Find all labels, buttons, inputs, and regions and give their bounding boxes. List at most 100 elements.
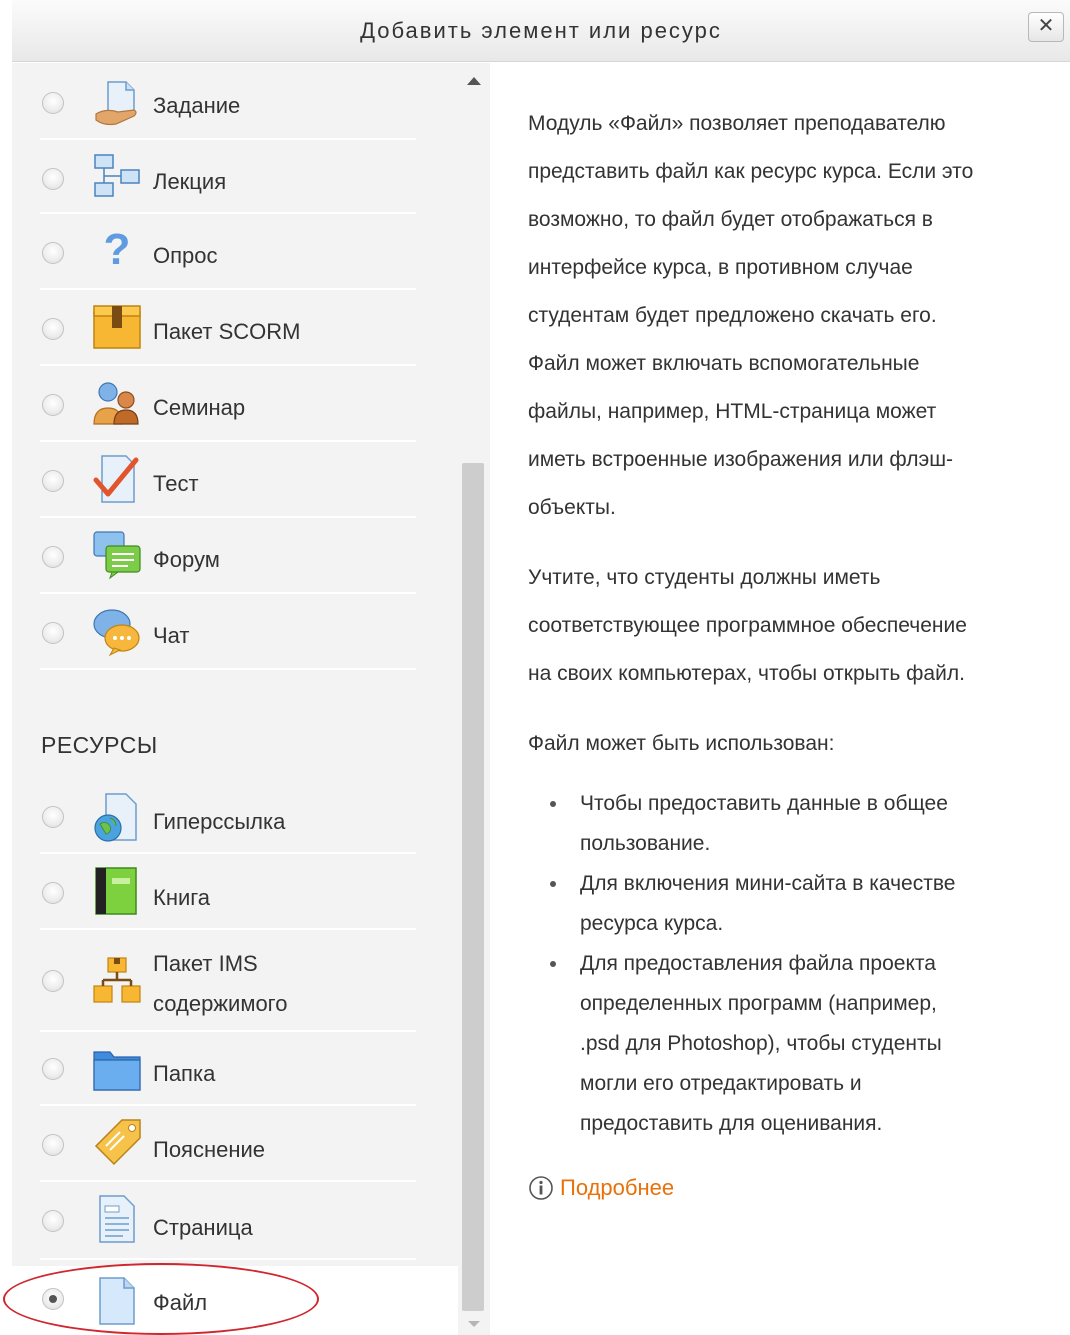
help-line: студентам будет предложено скачать его. <box>528 304 937 327</box>
list-item-line: .psd для Photoshop), чтобы студенты <box>580 1032 942 1055</box>
workshop-icon <box>93 382 139 425</box>
list-item-line: Для предоставления файла проекта <box>580 952 936 975</box>
option-label: Опрос <box>153 243 218 268</box>
option-label: Страница <box>153 1215 253 1240</box>
radio-button[interactable] <box>42 470 64 492</box>
radio-button[interactable] <box>42 882 64 904</box>
usage-list: Чтобы предоставить данные в общее пользо… <box>528 784 1058 1144</box>
more-help: Подробнее <box>528 1172 674 1204</box>
resources-heading: РЕСУРСЫ <box>41 732 158 758</box>
option-page[interactable]: Страница <box>40 1182 416 1260</box>
list-item-line: могли его отредактировать и <box>580 1072 862 1095</box>
option-book[interactable]: Книга <box>40 854 416 930</box>
radio-button[interactable] <box>42 622 64 644</box>
radio-button[interactable] <box>42 168 64 190</box>
radio-button[interactable] <box>42 806 64 828</box>
option-label: Тест <box>153 471 199 496</box>
option-label: Файл <box>153 1290 208 1315</box>
help-line: Модуль «Файл» позволяет преподавателю <box>528 112 946 135</box>
option-folder[interactable]: Папка <box>40 1032 416 1106</box>
option-chat[interactable]: Чат <box>40 594 416 670</box>
book-icon <box>95 867 137 915</box>
option-ims-package[interactable]: Пакет IMS содержимого <box>40 930 416 1032</box>
option-label: Пакет SCORM <box>153 319 301 344</box>
radio-button[interactable] <box>42 546 64 568</box>
help-line: на своих компьютерах, чтобы открыть файл… <box>528 662 965 685</box>
chat-icon <box>93 609 140 656</box>
list-item-line: Для включения мини-сайта в качестве <box>580 872 956 895</box>
folder-icon <box>93 1051 141 1091</box>
svg-text:?: ? <box>104 226 131 274</box>
help-line: возможно, то файл будет отображаться в <box>528 208 933 231</box>
radio-button-selected[interactable] <box>42 1288 64 1310</box>
add-activity-dialog: Добавить элемент или ресурс ✕ Задание Ле… <box>0 0 1070 1335</box>
assignment-icon <box>95 81 137 126</box>
option-label: Пакет IMS <box>153 951 258 976</box>
dialog-title: Добавить элемент или ресурс <box>360 18 722 43</box>
help-line: файлы, например, HTML-страница может <box>528 400 937 423</box>
lesson-icon <box>94 154 140 197</box>
dialog-titlebar: Добавить элемент или ресурс ✕ <box>12 0 1070 62</box>
option-label: Задание <box>153 93 241 118</box>
close-button[interactable]: ✕ <box>1028 12 1064 42</box>
option-label: Папка <box>153 1061 216 1086</box>
option-label-line2: содержимого <box>153 991 288 1016</box>
option-lesson[interactable]: Лекция <box>40 140 416 214</box>
radio-button[interactable] <box>42 970 64 992</box>
help-note: Учтите, что студенты должны иметь соотве… <box>528 554 1058 698</box>
help-line: интерфейсе курса, в противном случае <box>528 256 913 279</box>
quiz-icon <box>93 455 139 503</box>
option-url[interactable]: Гиперссылка <box>40 778 416 854</box>
help-line: Учтите, что студенты должны иметь <box>528 566 881 589</box>
radio-button[interactable] <box>42 1210 64 1232</box>
help-description: Модуль «Файл» позволяет преподавателю пр… <box>528 100 1058 532</box>
url-icon <box>94 793 137 842</box>
option-label-resource[interactable]: Пояснение <box>40 1106 416 1182</box>
radio-button[interactable] <box>42 394 64 416</box>
option-quiz[interactable]: Тест <box>40 442 416 518</box>
option-label: Лекция <box>153 169 227 194</box>
option-scorm[interactable]: Пакет SCORM <box>40 290 416 366</box>
option-assignment[interactable]: Задание <box>40 70 416 140</box>
list-item-line: предоставить для оценивания. <box>580 1112 883 1135</box>
scroll-down-icon[interactable] <box>468 1321 480 1327</box>
question-icon: ? <box>104 226 131 274</box>
page-icon <box>99 1195 135 1243</box>
option-label: Гиперссылка <box>153 809 286 834</box>
list-item-line: пользование. <box>580 832 711 855</box>
radio-button[interactable] <box>42 1058 64 1080</box>
scroll-up-icon[interactable] <box>467 77 481 85</box>
close-icon: ✕ <box>1037 15 1055 37</box>
list-item-line: Чтобы предоставить данные в общее <box>580 792 948 815</box>
list-item-line: определенных программ (например, <box>580 992 937 1015</box>
label-tag-icon <box>94 1119 141 1166</box>
radio-button[interactable] <box>42 1134 64 1156</box>
option-workshop[interactable]: Семинар <box>40 366 416 442</box>
file-icon <box>99 1277 135 1325</box>
radio-button[interactable] <box>42 92 64 114</box>
radio-button[interactable] <box>42 318 64 340</box>
option-label: Пояснение <box>153 1137 266 1162</box>
option-file[interactable]: Файл <box>12 1266 458 1335</box>
option-label: Книга <box>153 885 211 910</box>
more-link[interactable]: Подробнее <box>560 1175 674 1201</box>
scroll-thumb[interactable] <box>462 463 484 1311</box>
list-item: Для предоставления файла проекта определ… <box>528 944 1058 1144</box>
list-item: Чтобы предоставить данные в общее пользо… <box>528 784 1058 864</box>
list-scrollbar[interactable] <box>458 63 490 1335</box>
help-line: соответствующее программное обеспечение <box>528 614 967 637</box>
list-item: Для включения мини-сайта в качестве ресу… <box>528 864 1058 944</box>
help-line: Файл может включать вспомогательные <box>528 352 920 375</box>
ims-package-icon <box>93 957 141 1003</box>
help-line: объекты. <box>528 496 616 519</box>
radio-button[interactable] <box>42 242 64 264</box>
forum-icon <box>93 531 141 580</box>
scorm-package-icon <box>93 305 141 349</box>
help-line: иметь встроенные изображения или флэш- <box>528 448 954 471</box>
option-label: Форум <box>153 547 220 572</box>
option-label: Чат <box>153 623 190 648</box>
option-question[interactable]: ? Опрос <box>40 214 416 290</box>
option-label: Семинар <box>153 395 246 420</box>
option-forum[interactable]: Форум <box>40 518 416 594</box>
list-item-line: ресурса курса. <box>580 912 724 935</box>
